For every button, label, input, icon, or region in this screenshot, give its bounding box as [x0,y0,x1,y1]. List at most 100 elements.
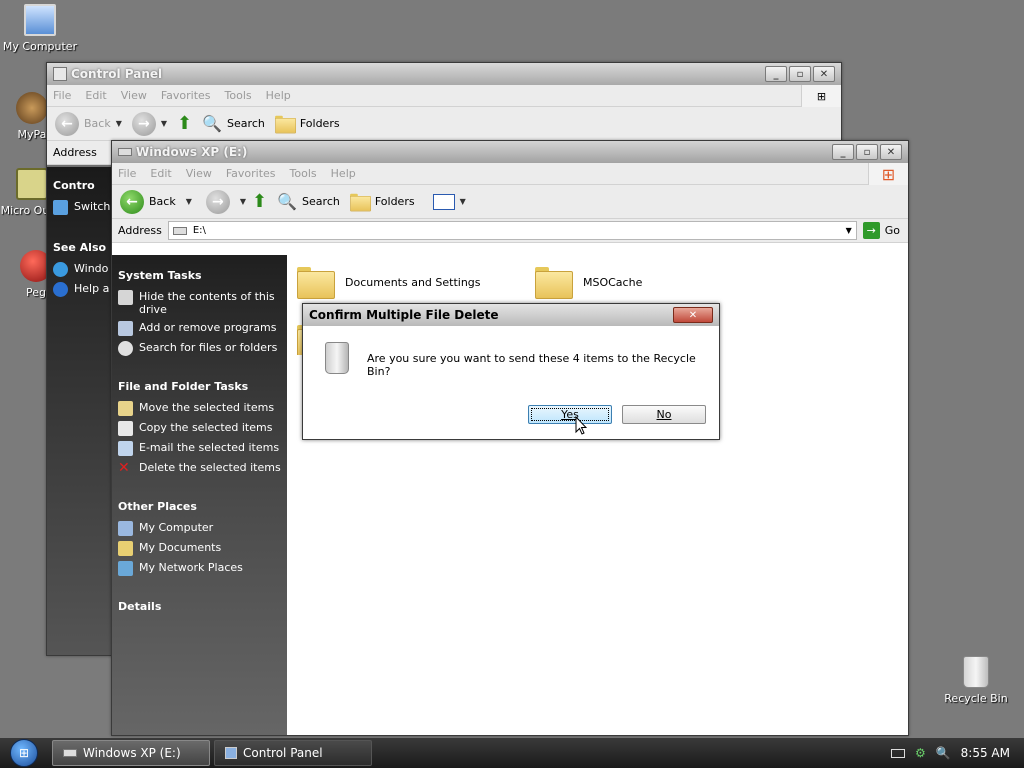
email-icon [118,441,133,456]
close-button[interactable]: ✕ [673,307,713,323]
address-label: Address [53,146,97,159]
forward-button[interactable]: → ▼ [131,111,167,136]
my-documents-icon [118,541,133,556]
taskbar-task-control-panel[interactable]: Control Panel [214,740,372,766]
back-history-dropdown[interactable]: ▼ [186,197,192,206]
other-places-heading: Other Places [118,500,197,513]
file-item[interactable]: Documents and Settings [297,267,481,299]
folders-button[interactable]: Folders [349,193,415,211]
menu-file[interactable]: File [53,89,71,102]
address-dropdown-icon[interactable]: ▼ [846,226,852,235]
my-computer-icon [24,4,56,36]
menu-edit[interactable]: Edit [150,167,171,180]
no-button[interactable]: No [622,405,706,424]
taskbar: ⊞ Windows XP (E:) Control Panel ⚙ 🔍 8:55… [0,738,1024,768]
views-button[interactable]: ▼ [432,193,466,210]
details-heading: Details [118,600,162,613]
place-my-computer[interactable]: My Computer [118,521,287,536]
title-bar[interactable]: Windows XP (E:) _ ▫ ✕ [112,141,908,163]
dialog-title-bar[interactable]: Confirm Multiple File Delete ✕ [303,304,719,326]
up-button[interactable]: ⬆ [252,191,267,212]
go-button[interactable]: → Go [862,222,908,239]
windows-logo-icon: ⊞ [801,85,841,107]
desktop-icon-my-computer[interactable]: My Computer [0,4,80,53]
task-copy-items[interactable]: Copy the selected items [118,421,287,436]
search-icon[interactable]: 🔍 [936,746,951,760]
place-my-network[interactable]: My Network Places [118,561,287,576]
menu-favorites[interactable]: Favorites [226,167,276,180]
title-bar[interactable]: Control Panel _ ▫ ✕ [47,63,841,85]
system-tasks-heading: System Tasks [118,269,202,282]
task-hide-contents[interactable]: Hide the contents of this drive [118,290,287,316]
address-input[interactable]: E:\ ▼ [167,221,857,240]
forward-arrow-icon: → [205,189,230,214]
recycle-bin-icon [325,342,349,374]
task-add-remove-programs[interactable]: Add or remove programs [118,321,287,336]
file-item[interactable]: MSOCache [535,267,642,299]
desktop-icon-recycle-bin[interactable]: Recycle Bin [936,656,1016,705]
menu-help[interactable]: Help [266,89,291,102]
desktop-icon-label: Recycle Bin [944,692,1008,705]
start-button[interactable]: ⊞ [0,738,48,768]
control-panel-icon [225,747,237,759]
see-also-windows-update[interactable]: Windo [53,262,113,277]
globe-icon [53,262,68,277]
help-icon [53,282,68,297]
search-icon [118,341,133,356]
task-email-items[interactable]: E-mail the selected items [118,441,287,456]
see-also-help[interactable]: Help a [53,282,113,297]
control-panel-icon [53,67,67,81]
maximize-button[interactable]: ▫ [856,144,878,160]
menu-favorites[interactable]: Favorites [161,89,211,102]
task-delete-items[interactable]: ✕ Delete the selected items [118,461,287,476]
drive-icon [172,226,187,235]
yes-button[interactable]: Yes [528,405,612,424]
task-search-files[interactable]: Search for files or folders [118,341,287,356]
desktop-icon-label: Peg [26,286,46,299]
mouse-cursor-icon [575,416,587,435]
menu-tools[interactable]: Tools [225,89,252,102]
back-button[interactable]: ← Back ▼ [55,111,122,136]
confirm-delete-dialog[interactable]: Confirm Multiple File Delete ✕ Are you s… [302,303,720,440]
outlook-shortcut-icon [16,168,48,200]
menu-view[interactable]: View [186,167,212,180]
system-tray: ⚙ 🔍 8:55 AM [890,746,1024,760]
back-button[interactable]: ← Back [120,189,176,214]
menu-file[interactable]: File [118,167,136,180]
search-button[interactable]: 🔍 Search [277,192,340,211]
task-move-items[interactable]: Move the selected items [118,401,287,416]
folders-button[interactable]: Folders [274,115,340,133]
see-also-heading: See Also [53,241,107,254]
toolbar: ← Back ▼ → ▼ ⬆ 🔍 Search Folders ▼ [112,185,908,219]
switch-icon [53,200,68,215]
forward-button[interactable]: → [205,189,230,214]
taskbar-task-explorer[interactable]: Windows XP (E:) [52,740,210,766]
windows-logo-icon: ⊞ [10,739,38,767]
network-icon[interactable]: ⚙ [915,746,926,760]
minimize-button[interactable]: _ [765,66,787,82]
close-button[interactable]: ✕ [813,66,835,82]
minimize-button[interactable]: _ [832,144,854,160]
forward-history-dropdown[interactable]: ▼ [240,197,246,206]
place-my-documents[interactable]: My Documents [118,541,287,556]
menu-view[interactable]: View [121,89,147,102]
search-button[interactable]: 🔍 Search [202,114,265,133]
move-icon [118,401,133,416]
close-button[interactable]: ✕ [880,144,902,160]
address-value: E:\ [192,225,206,236]
menu-tools[interactable]: Tools [290,167,317,180]
desktop-icon-label: MyPa [17,128,47,141]
window-title: Windows XP (E:) [136,145,248,159]
windows-logo-icon: ⊞ [868,163,908,185]
maximize-button[interactable]: ▫ [789,66,811,82]
my-computer-icon [118,521,133,536]
menu-help[interactable]: Help [331,167,356,180]
menu-edit[interactable]: Edit [85,89,106,102]
control-panel-side-pane: Contro Switch See Also Windo Help a [47,167,113,655]
up-folder-icon: ⬆ [252,191,268,212]
up-button[interactable]: ⬆ [177,113,192,134]
switch-view-link[interactable]: Switch [53,200,113,215]
menu-bar: File Edit View Favorites Tools Help ⊞ [112,163,908,185]
clock[interactable]: 8:55 AM [961,746,1010,760]
keyboard-icon[interactable] [890,748,905,758]
